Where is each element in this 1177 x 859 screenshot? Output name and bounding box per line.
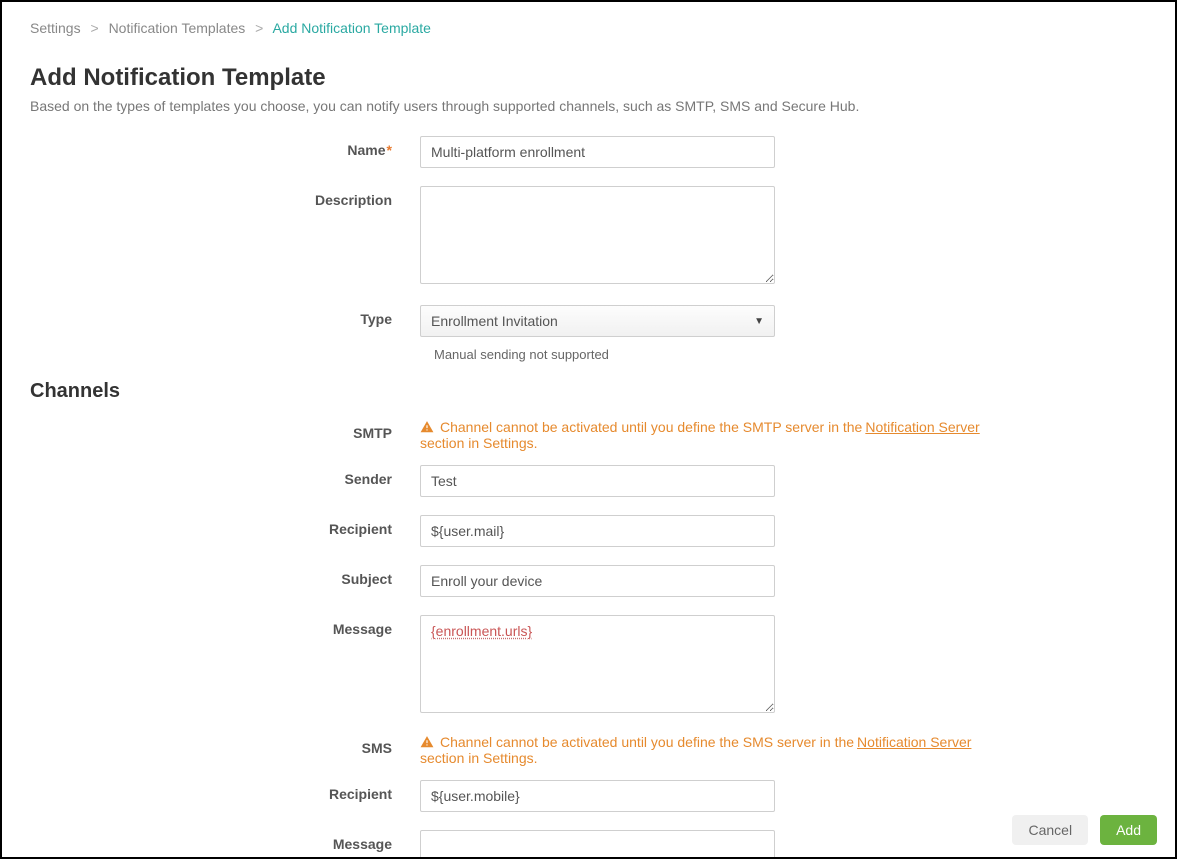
smtp-subject-input[interactable]	[420, 565, 775, 597]
cancel-button[interactable]: Cancel	[1012, 815, 1088, 845]
warning-icon	[420, 420, 434, 434]
smtp-subject-label: Subject	[30, 565, 420, 587]
warning-icon	[420, 735, 434, 749]
smtp-sender-label: Sender	[30, 465, 420, 487]
sms-recipient-label: Recipient	[30, 780, 420, 802]
breadcrumb-sep: >	[255, 20, 263, 36]
breadcrumb-current: Add Notification Template	[272, 20, 431, 36]
smtp-recipient-label: Recipient	[30, 515, 420, 537]
sms-label: SMS	[30, 734, 420, 756]
notification-server-link[interactable]: Notification Server	[865, 419, 979, 435]
breadcrumb-settings[interactable]: Settings	[30, 20, 81, 36]
sms-message-label: Message	[30, 830, 420, 852]
page-title: Add Notification Template	[30, 64, 1147, 92]
type-helper-text: Manual sending not supported	[420, 347, 775, 362]
page-subtitle: Based on the types of templates you choo…	[30, 98, 1147, 114]
name-input[interactable]	[420, 136, 775, 168]
smtp-message-textarea[interactable]: {enrollment.urls}	[420, 615, 775, 713]
sms-warning: Channel cannot be activated until you de…	[420, 734, 1070, 766]
add-button[interactable]: Add	[1100, 815, 1157, 845]
breadcrumb-templates[interactable]: Notification Templates	[109, 20, 246, 36]
smtp-sender-input[interactable]	[420, 465, 775, 497]
type-select[interactable]: Enrollment Invitation ▼	[420, 305, 775, 337]
caret-down-icon: ▼	[754, 316, 764, 327]
smtp-message-label: Message	[30, 615, 420, 637]
sms-message-textarea[interactable]	[420, 830, 775, 859]
breadcrumb: Settings > Notification Templates > Add …	[30, 20, 1147, 36]
description-textarea[interactable]	[420, 186, 775, 284]
smtp-warning: Channel cannot be activated until you de…	[420, 419, 1070, 451]
breadcrumb-sep: >	[90, 20, 98, 36]
sms-recipient-input[interactable]	[420, 780, 775, 812]
smtp-label: SMTP	[30, 419, 420, 441]
name-label: Name*	[30, 136, 420, 158]
notification-server-link[interactable]: Notification Server	[857, 734, 971, 750]
type-label: Type	[30, 305, 420, 327]
description-label: Description	[30, 186, 420, 208]
smtp-recipient-input[interactable]	[420, 515, 775, 547]
channels-heading: Channels	[30, 380, 1147, 403]
type-select-value: Enrollment Invitation	[431, 313, 558, 329]
